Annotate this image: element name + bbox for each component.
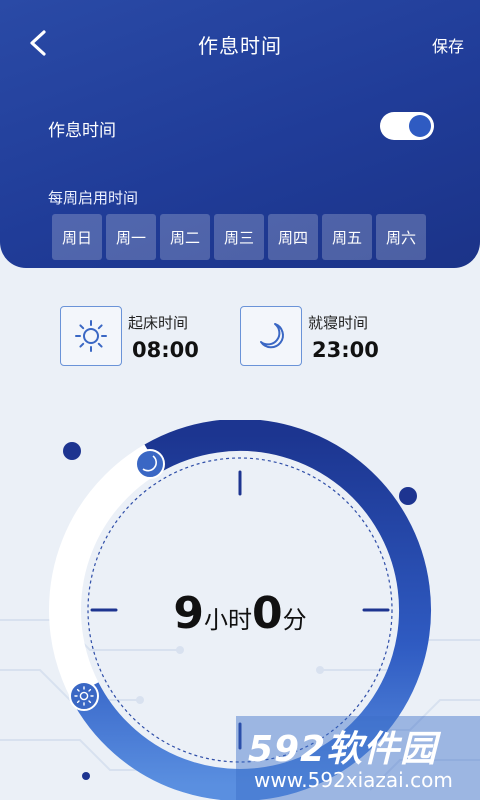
day-sunday[interactable]: 周日 <box>52 214 102 260</box>
day-tuesday[interactable]: 周二 <box>160 214 210 260</box>
day-wednesday[interactable]: 周三 <box>214 214 264 260</box>
header-panel: 作息时间 保存 作息时间 每周启用时间 周日 周一 周二 周三 周四 周五 周六 <box>0 0 480 268</box>
bed-time-value: 23:00 <box>312 338 379 362</box>
wake-time-label: 起床时间 <box>128 314 189 332</box>
day-monday[interactable]: 周一 <box>106 214 156 260</box>
duration-minutes: 0 <box>252 588 283 639</box>
page-title: 作息时间 <box>198 34 282 58</box>
moon-icon <box>260 323 284 349</box>
day-friday[interactable]: 周五 <box>322 214 372 260</box>
decor-dot <box>63 442 81 460</box>
schedule-toggle-switch[interactable] <box>380 112 434 140</box>
decor-dot <box>82 772 90 780</box>
week-enable-label: 每周启用时间 <box>48 189 139 207</box>
decor-dot <box>399 487 417 505</box>
bedtime-handle[interactable] <box>135 449 165 479</box>
sleep-duration: 9小时0分 <box>0 588 480 639</box>
watermark-url: www.592xiazai.com <box>254 768 453 792</box>
save-button[interactable]: 保存 <box>432 33 464 57</box>
duration-minutes-unit: 分 <box>282 606 307 634</box>
watermark-brand: 592软件园 <box>248 729 438 770</box>
sun-icon <box>75 320 107 352</box>
day-saturday[interactable]: 周六 <box>376 214 426 260</box>
weekday-selector: 周日 周一 周二 周三 周四 周五 周六 <box>52 214 426 260</box>
bed-time-label: 就寝时间 <box>308 314 369 332</box>
schedule-toggle-label: 作息时间 <box>48 121 116 141</box>
duration-hours: 9 <box>173 588 204 639</box>
wake-time-value: 08:00 <box>132 338 199 362</box>
day-thursday[interactable]: 周四 <box>268 214 318 260</box>
site-watermark: 592软件园 www.592xiazai.com <box>236 716 480 800</box>
toggle-knob <box>409 115 431 137</box>
wake-icon-box <box>60 306 122 366</box>
bed-icon-box <box>240 306 302 366</box>
wake-handle[interactable] <box>69 681 99 711</box>
duration-hours-unit: 小时 <box>204 606 252 634</box>
